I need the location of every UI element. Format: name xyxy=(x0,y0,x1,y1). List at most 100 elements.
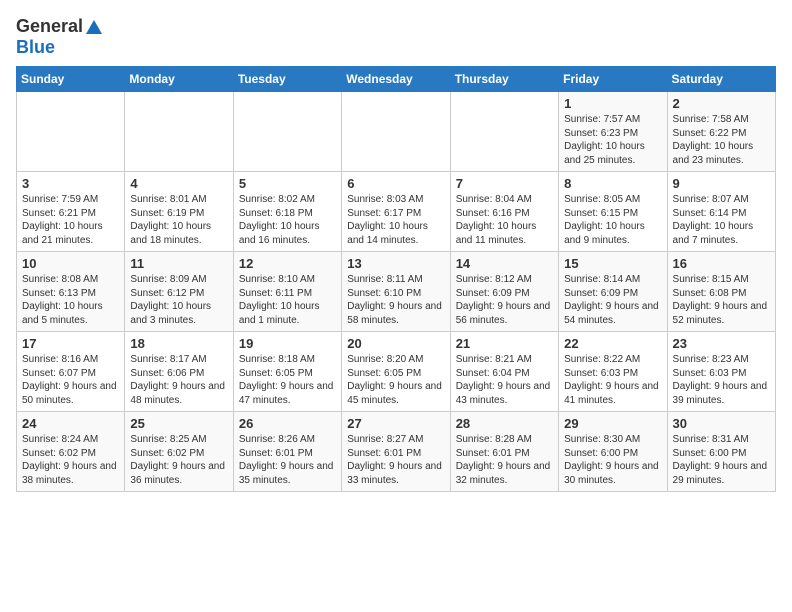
calendar-cell: 28 Sunrise: 8:28 AMSunset: 6:01 PMDayligh… xyxy=(450,412,558,492)
calendar-cell: 27 Sunrise: 8:27 AMSunset: 6:01 PMDayligh… xyxy=(342,412,450,492)
logo: General Blue xyxy=(16,16,103,58)
calendar-cell xyxy=(17,92,125,172)
day-info: Sunrise: 8:12 AMSunset: 6:09 PMDaylight:… xyxy=(456,273,553,327)
day-number: 24 xyxy=(22,416,119,431)
day-number: 10 xyxy=(22,256,119,271)
day-number: 18 xyxy=(130,336,227,351)
calendar-cell: 24 Sunrise: 8:24 AMSunset: 6:02 PMDayligh… xyxy=(17,412,125,492)
day-number: 1 xyxy=(564,96,661,111)
day-info: Sunrise: 8:26 AMSunset: 6:01 PMDaylight:… xyxy=(239,433,336,487)
day-number: 14 xyxy=(456,256,553,271)
day-number: 30 xyxy=(673,416,770,431)
day-number: 26 xyxy=(239,416,336,431)
calendar-cell: 12 Sunrise: 8:10 AMSunset: 6:11 PMDayligh… xyxy=(233,252,341,332)
day-info: Sunrise: 8:08 AMSunset: 6:13 PMDaylight:… xyxy=(22,273,119,327)
logo-arrow-icon xyxy=(85,18,103,36)
calendar-header-row: SundayMondayTuesdayWednesdayThursdayFrid… xyxy=(17,67,776,92)
day-number: 27 xyxy=(347,416,444,431)
calendar-cell: 21Sunrise: 8:21 AMSunset: 6:04 PMDayligh… xyxy=(450,332,558,412)
logo-general-text: General xyxy=(16,16,83,37)
calendar-cell xyxy=(342,92,450,172)
day-info: Sunrise: 7:57 AMSunset: 6:23 PMDaylight:… xyxy=(564,113,661,167)
calendar-cell: 10 Sunrise: 8:08 AMSunset: 6:13 PMDayligh… xyxy=(17,252,125,332)
calendar-cell: 14 Sunrise: 8:12 AMSunset: 6:09 PMDayligh… xyxy=(450,252,558,332)
calendar-cell: 19 Sunrise: 8:18 AMSunset: 6:05 PMDayligh… xyxy=(233,332,341,412)
calendar-cell: 11Sunrise: 8:09 AMSunset: 6:12 PMDayligh… xyxy=(125,252,233,332)
day-info: Sunrise: 8:05 AMSunset: 6:15 PMDaylight:… xyxy=(564,193,661,247)
weekday-header-sunday: Sunday xyxy=(17,67,125,92)
day-info: Sunrise: 8:23 AMSunset: 6:03 PMDaylight:… xyxy=(673,353,770,407)
calendar-cell: 29 Sunrise: 8:30 AMSunset: 6:00 PMDayligh… xyxy=(559,412,667,492)
calendar-cell: 26 Sunrise: 8:26 AMSunset: 6:01 PMDayligh… xyxy=(233,412,341,492)
calendar-cell: 30 Sunrise: 8:31 AMSunset: 6:00 PMDayligh… xyxy=(667,412,775,492)
logo-blue-text: Blue xyxy=(16,37,55,57)
calendar-cell xyxy=(125,92,233,172)
day-info: Sunrise: 8:03 AMSunset: 6:17 PMDaylight:… xyxy=(347,193,444,247)
weekday-header-tuesday: Tuesday xyxy=(233,67,341,92)
day-number: 29 xyxy=(564,416,661,431)
calendar-cell: 3 Sunrise: 7:59 AMSunset: 6:21 PMDaylight… xyxy=(17,172,125,252)
day-info: Sunrise: 8:07 AMSunset: 6:14 PMDaylight:… xyxy=(673,193,770,247)
day-number: 13 xyxy=(347,256,444,271)
day-info: Sunrise: 8:10 AMSunset: 6:11 PMDaylight:… xyxy=(239,273,336,327)
calendar-cell: 18 Sunrise: 8:17 AMSunset: 6:06 PMDayligh… xyxy=(125,332,233,412)
calendar-cell: 13 Sunrise: 8:11 AMSunset: 6:10 PMDayligh… xyxy=(342,252,450,332)
day-info: Sunrise: 8:28 AMSunset: 6:01 PMDaylight:… xyxy=(456,433,553,487)
day-info: Sunrise: 8:15 AMSunset: 6:08 PMDaylight:… xyxy=(673,273,770,327)
calendar-week-5: 24 Sunrise: 8:24 AMSunset: 6:02 PMDayligh… xyxy=(17,412,776,492)
page-header: General Blue xyxy=(16,16,776,58)
day-info: Sunrise: 8:01 AMSunset: 6:19 PMDaylight:… xyxy=(130,193,227,247)
day-info: Sunrise: 8:02 AMSunset: 6:18 PMDaylight:… xyxy=(239,193,336,247)
day-number: 6 xyxy=(347,176,444,191)
calendar-cell: 22 Sunrise: 8:22 AMSunset: 6:03 PMDayligh… xyxy=(559,332,667,412)
calendar-cell: 23Sunrise: 8:23 AMSunset: 6:03 PMDayligh… xyxy=(667,332,775,412)
calendar-cell: 5 Sunrise: 8:02 AMSunset: 6:18 PMDaylight… xyxy=(233,172,341,252)
day-number: 19 xyxy=(239,336,336,351)
day-number: 28 xyxy=(456,416,553,431)
calendar-cell xyxy=(233,92,341,172)
calendar-table: SundayMondayTuesdayWednesdayThursdayFrid… xyxy=(16,66,776,492)
weekday-header-monday: Monday xyxy=(125,67,233,92)
day-info: Sunrise: 8:17 AMSunset: 6:06 PMDaylight:… xyxy=(130,353,227,407)
calendar-cell: 1 Sunrise: 7:57 AMSunset: 6:23 PMDaylight… xyxy=(559,92,667,172)
calendar-cell: 8Sunrise: 8:05 AMSunset: 6:15 PMDaylight… xyxy=(559,172,667,252)
calendar-week-2: 3 Sunrise: 7:59 AMSunset: 6:21 PMDaylight… xyxy=(17,172,776,252)
calendar-body: 1 Sunrise: 7:57 AMSunset: 6:23 PMDaylight… xyxy=(17,92,776,492)
day-number: 4 xyxy=(130,176,227,191)
day-info: Sunrise: 8:04 AMSunset: 6:16 PMDaylight:… xyxy=(456,193,553,247)
day-number: 16 xyxy=(673,256,770,271)
calendar-cell: 25Sunrise: 8:25 AMSunset: 6:02 PMDayligh… xyxy=(125,412,233,492)
weekday-header-saturday: Saturday xyxy=(667,67,775,92)
day-number: 22 xyxy=(564,336,661,351)
day-info: Sunrise: 8:24 AMSunset: 6:02 PMDaylight:… xyxy=(22,433,119,487)
day-number: 5 xyxy=(239,176,336,191)
day-number: 9 xyxy=(673,176,770,191)
calendar-cell: 15Sunrise: 8:14 AMSunset: 6:09 PMDayligh… xyxy=(559,252,667,332)
day-number: 25 xyxy=(130,416,227,431)
day-number: 20 xyxy=(347,336,444,351)
day-info: Sunrise: 8:11 AMSunset: 6:10 PMDaylight:… xyxy=(347,273,444,327)
calendar-cell: 7 Sunrise: 8:04 AMSunset: 6:16 PMDaylight… xyxy=(450,172,558,252)
calendar-cell: 20 Sunrise: 8:20 AMSunset: 6:05 PMDayligh… xyxy=(342,332,450,412)
day-info: Sunrise: 8:16 AMSunset: 6:07 PMDaylight:… xyxy=(22,353,119,407)
day-info: Sunrise: 8:20 AMSunset: 6:05 PMDaylight:… xyxy=(347,353,444,407)
day-info: Sunrise: 8:14 AMSunset: 6:09 PMDaylight:… xyxy=(564,273,661,327)
day-number: 7 xyxy=(456,176,553,191)
day-info: Sunrise: 8:30 AMSunset: 6:00 PMDaylight:… xyxy=(564,433,661,487)
day-number: 21 xyxy=(456,336,553,351)
day-info: Sunrise: 8:27 AMSunset: 6:01 PMDaylight:… xyxy=(347,433,444,487)
day-number: 17 xyxy=(22,336,119,351)
calendar-cell: 4 Sunrise: 8:01 AMSunset: 6:19 PMDaylight… xyxy=(125,172,233,252)
weekday-header-wednesday: Wednesday xyxy=(342,67,450,92)
day-number: 12 xyxy=(239,256,336,271)
day-info: Sunrise: 8:18 AMSunset: 6:05 PMDaylight:… xyxy=(239,353,336,407)
calendar-cell: 2Sunrise: 7:58 AMSunset: 6:22 PMDaylight… xyxy=(667,92,775,172)
calendar-cell: 9 Sunrise: 8:07 AMSunset: 6:14 PMDaylight… xyxy=(667,172,775,252)
day-info: Sunrise: 7:59 AMSunset: 6:21 PMDaylight:… xyxy=(22,193,119,247)
day-number: 3 xyxy=(22,176,119,191)
day-info: Sunrise: 7:58 AMSunset: 6:22 PMDaylight:… xyxy=(673,113,770,167)
weekday-header-friday: Friday xyxy=(559,67,667,92)
day-info: Sunrise: 8:31 AMSunset: 6:00 PMDaylight:… xyxy=(673,433,770,487)
calendar-cell: 16 Sunrise: 8:15 AMSunset: 6:08 PMDayligh… xyxy=(667,252,775,332)
day-info: Sunrise: 8:22 AMSunset: 6:03 PMDaylight:… xyxy=(564,353,661,407)
